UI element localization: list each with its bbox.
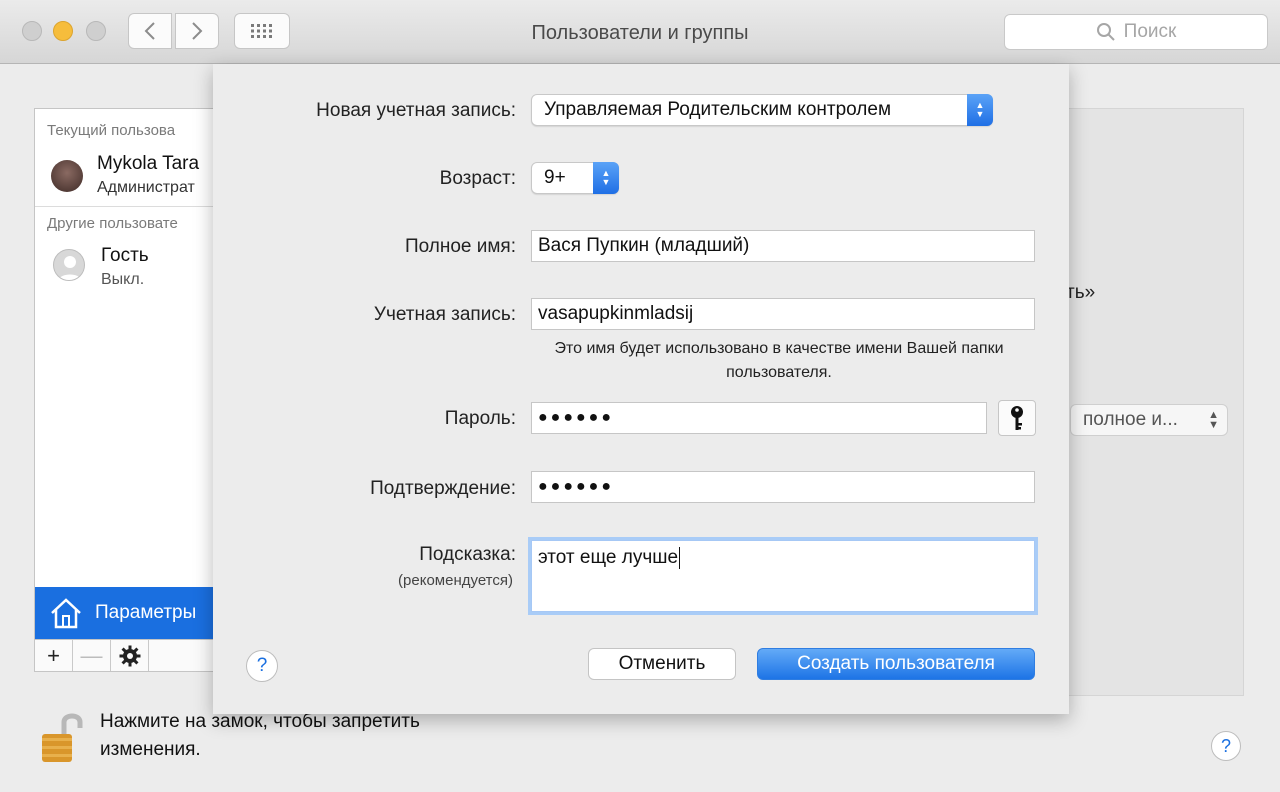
create-user-button[interactable]: Создать пользователя	[757, 648, 1035, 680]
help-button[interactable]: ?	[1211, 731, 1241, 761]
password-hint-value: этот еще лучше	[538, 547, 679, 568]
search-icon	[1096, 23, 1115, 41]
gear-icon	[119, 645, 140, 666]
account-name-field[interactable]: vasapupkinmladsij	[531, 298, 1035, 330]
search-field[interactable]: Поиск	[1004, 14, 1268, 50]
verify-label: Подтверждение:	[370, 478, 516, 499]
action-menu-button[interactable]	[111, 640, 149, 671]
guest-avatar	[53, 249, 85, 281]
password-label: Пароль:	[444, 408, 516, 429]
new-account-label: Новая учетная запись:	[316, 100, 516, 121]
display-login-as-value: полное и...	[1083, 409, 1178, 430]
current-user-section-label: Текущий пользова	[47, 122, 176, 139]
age-popup[interactable]: 9+ ▲ ▼	[531, 162, 619, 194]
list-toolbar: + —	[34, 640, 224, 672]
account-type-popup[interactable]: Управляемая Родительским контролем ▲ ▼	[531, 94, 993, 126]
add-user-button[interactable]: +	[35, 640, 73, 671]
current-user-role: Администрат	[97, 179, 195, 196]
help-button[interactable]: ?	[246, 650, 278, 682]
password-field[interactable]: ●●●●●●	[531, 402, 987, 434]
text-caret	[679, 547, 681, 569]
password-assistant-button[interactable]	[998, 400, 1036, 436]
updown-arrows-icon: ▲ ▼	[1208, 409, 1219, 431]
details-text-fragment: ть»	[1066, 282, 1096, 303]
cancel-button[interactable]: Отменить	[588, 648, 736, 680]
lock-button[interactable]	[40, 708, 84, 769]
login-options-label: Параметры	[95, 602, 197, 623]
account-type-value: Управляемая Родительским контролем	[544, 99, 892, 120]
password-hint-field[interactable]: этот еще лучше	[531, 540, 1035, 612]
other-users-section-label: Другие пользовате	[47, 215, 178, 232]
guest-user-status: Выкл.	[101, 271, 145, 288]
age-label: Возраст:	[439, 168, 516, 189]
house-icon	[51, 598, 81, 629]
hint-label: Подсказка:	[419, 544, 516, 565]
verify-password-field[interactable]: ●●●●●●	[531, 471, 1035, 503]
divider	[35, 206, 223, 207]
avatar	[51, 160, 83, 192]
key-icon	[1011, 406, 1023, 430]
users-list: Текущий пользова Mykola Tara Администрат…	[34, 108, 224, 640]
remove-user-button[interactable]: —	[73, 640, 111, 671]
updown-arrows-icon: ▲ ▼	[593, 162, 619, 194]
age-value: 9+	[544, 167, 566, 188]
current-user-name: Mykola Tara	[97, 153, 200, 174]
full-name-field[interactable]: Вася Пупкин (младший)	[531, 230, 1035, 262]
lock-message: Нажмите на замок, чтобы запретить измене…	[100, 711, 420, 760]
hint-recommended-label: (рекомендуется)	[398, 572, 513, 589]
unlocked-padlock-icon	[42, 713, 83, 762]
full-name-label: Полное имя:	[404, 236, 516, 257]
display-login-as-select[interactable]: полное и... ▲ ▼	[1070, 404, 1228, 436]
account-name-label: Учетная запись:	[373, 304, 516, 325]
guest-user-name: Гость	[101, 245, 149, 266]
details-panel	[1040, 108, 1244, 696]
account-name-note: Это имя будет использовано в качестве им…	[554, 340, 1004, 381]
user-silhouette-icon	[58, 256, 82, 280]
title-bar: Пользователи и группы Поиск	[0, 0, 1280, 64]
search-placeholder: Поиск	[1123, 21, 1177, 42]
updown-arrows-icon: ▲ ▼	[967, 94, 993, 126]
new-account-sheet: Новая учетная запись: Управляемая Родите…	[213, 64, 1069, 714]
login-options-row[interactable]: Параметры	[35, 587, 223, 639]
